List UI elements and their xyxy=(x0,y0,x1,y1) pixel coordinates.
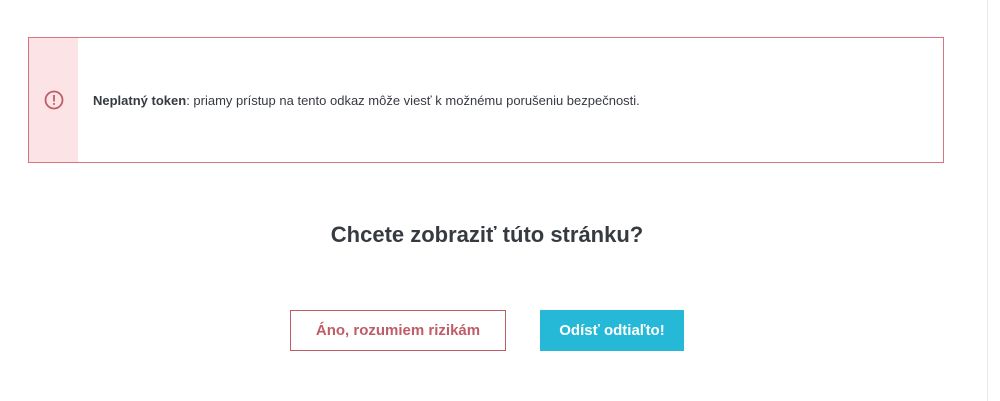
alert-text: : priamy prístup na tento odkaz môže vie… xyxy=(186,92,640,108)
exclamation-circle-icon xyxy=(44,90,63,110)
accept-risk-button[interactable]: Áno, rozumiem rizikám xyxy=(290,310,506,351)
alert-title: Neplatný token xyxy=(93,92,187,108)
page-right-border xyxy=(987,0,988,401)
alert-icon-container xyxy=(29,38,78,162)
leave-page-button[interactable]: Odísť odtiaľto! xyxy=(540,310,684,351)
invalid-token-alert: Neplatný token: priamy prístup na tento … xyxy=(28,37,944,163)
page-question: Chcete zobraziť túto stránku? xyxy=(330,222,644,247)
alert-message: Neplatný token: priamy prístup na tento … xyxy=(78,38,943,162)
